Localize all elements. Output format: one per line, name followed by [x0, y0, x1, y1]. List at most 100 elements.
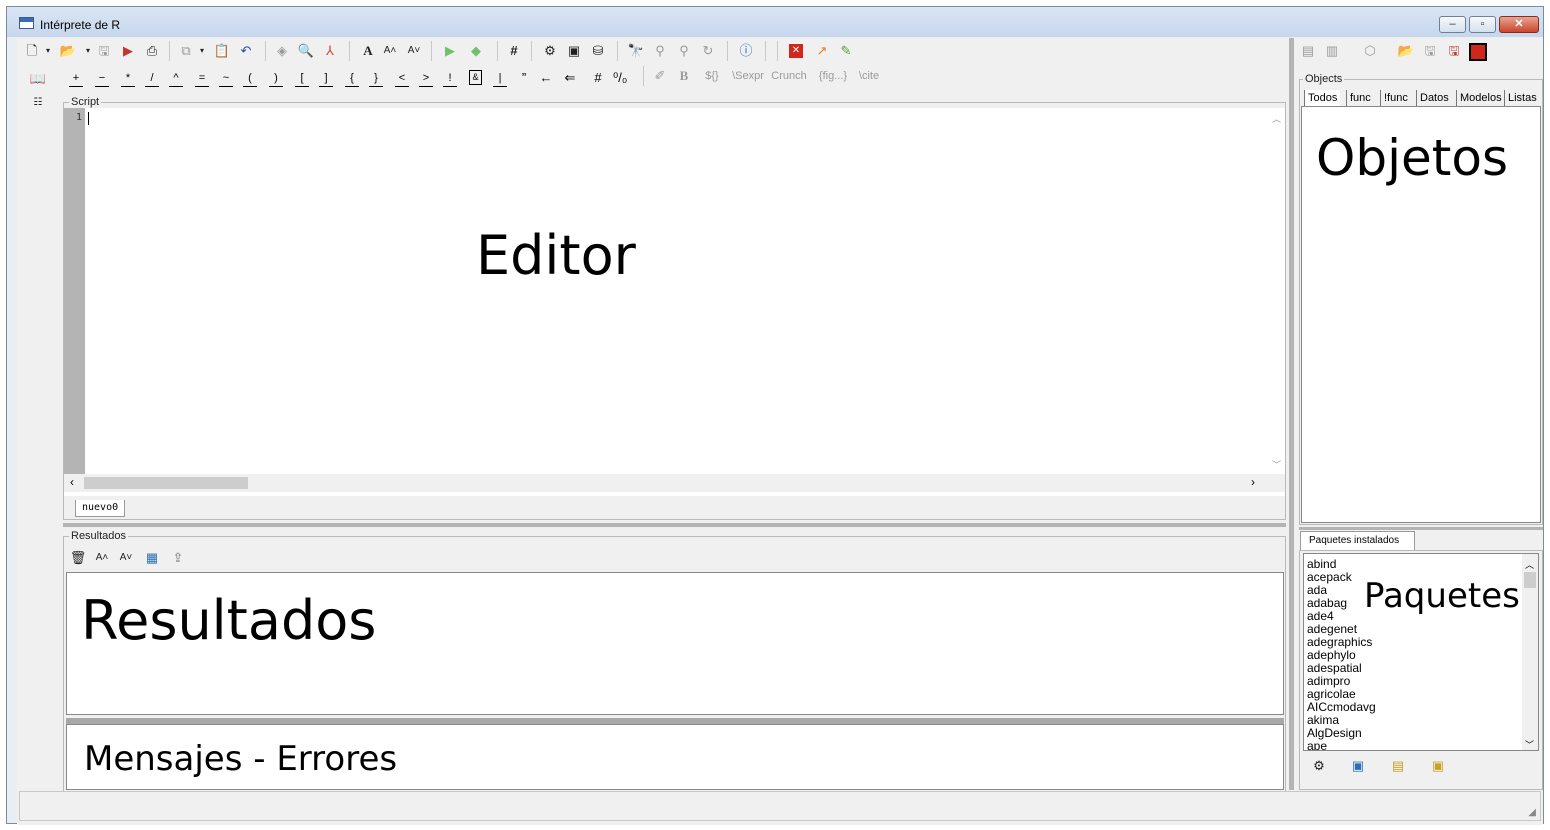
- find-next-icon[interactable]: ⚲: [651, 42, 669, 60]
- info-icon[interactable]: ⓘ: [737, 42, 755, 60]
- scroll-down-icon[interactable]: ﹀: [1272, 458, 1281, 471]
- replace-icon[interactable]: ⚲: [675, 42, 693, 60]
- load-workspace-icon[interactable]: 📂: [1397, 42, 1415, 60]
- package-help-icon[interactable]: ▣: [1429, 757, 1447, 775]
- symbol-button[interactable]: /: [145, 70, 159, 87]
- objects-tab[interactable]: Todos: [1304, 90, 1341, 106]
- new-dropdown-icon[interactable]: ▾: [39, 42, 57, 60]
- results-font-increase-icon[interactable]: A˄: [93, 549, 111, 567]
- symbol-button[interactable]: >: [419, 70, 433, 87]
- resize-grip-icon[interactable]: ◢: [1528, 807, 1536, 818]
- packages-scroll-down-icon[interactable]: ﹀: [1525, 738, 1534, 750]
- font-icon[interactable]: A: [359, 42, 377, 60]
- symbol-button[interactable]: <: [395, 70, 409, 87]
- scroll-up-icon[interactable]: ︿: [1272, 112, 1281, 125]
- symbol-button[interactable]: +: [69, 70, 83, 87]
- symbol-button[interactable]: *: [121, 70, 135, 87]
- minimize-button[interactable]: –: [1439, 16, 1466, 33]
- sexpr-braces-button[interactable]: ${}: [697, 67, 727, 85]
- find-icon[interactable]: 🔭: [627, 42, 645, 60]
- update-packages-icon[interactable]: ▣: [1349, 757, 1367, 775]
- results-output[interactable]: Resultados: [66, 572, 1284, 715]
- delete-object-icon[interactable]: ⬡: [1361, 42, 1379, 60]
- workspace-icon[interactable]: ⛁: [589, 42, 607, 60]
- symbol-button[interactable]: {: [345, 70, 359, 87]
- fig-button[interactable]: {fig...}: [813, 67, 853, 85]
- symbol-button[interactable]: &: [469, 70, 482, 85]
- symbol-button[interactable]: ←: [539, 70, 553, 86]
- objects-tab[interactable]: Modelos: [1456, 90, 1505, 106]
- objects-tab[interactable]: func: [1346, 90, 1374, 106]
- object-table-icon[interactable]: ▥: [1323, 42, 1341, 60]
- script-icon[interactable]: ▣: [565, 42, 583, 60]
- crunch-button[interactable]: Crunch: [769, 67, 809, 85]
- close-button[interactable]: ✕: [1499, 16, 1539, 33]
- tab-nuevo0[interactable]: nuevo0: [75, 500, 126, 517]
- bold-button[interactable]: B: [675, 67, 693, 85]
- stop-r-icon[interactable]: [1469, 43, 1487, 61]
- symbol-button[interactable]: !: [443, 70, 457, 87]
- preview-icon[interactable]: 🔍: [297, 42, 315, 60]
- copy-dropdown-icon[interactable]: ▾: [193, 42, 211, 60]
- pencil-icon[interactable]: ✎: [837, 42, 855, 60]
- symbol-button[interactable]: (: [243, 70, 257, 87]
- tab-installed-packages[interactable]: Paquetes instalados: [1300, 531, 1415, 550]
- eraser-icon[interactable]: ◈: [273, 42, 291, 60]
- cite-button[interactable]: \cite: [855, 67, 883, 85]
- save-workspace-icon[interactable]: 🖫: [1421, 42, 1439, 60]
- symbol-button[interactable]: −: [95, 70, 109, 87]
- packages-list[interactable]: abind acepack ada adabag ade4 adegenet adegrap…: [1303, 553, 1539, 751]
- goto-icon[interactable]: ↻: [699, 42, 717, 60]
- stop-icon[interactable]: ✕: [789, 44, 803, 58]
- results-window-icon[interactable]: ▦: [143, 549, 161, 567]
- results-export-icon[interactable]: ⇪: [169, 549, 187, 567]
- packages-scrollbar[interactable]: ︿ ﹀: [1522, 554, 1538, 750]
- arrow-icon[interactable]: ↗: [813, 42, 831, 60]
- undo-icon[interactable]: ↶: [237, 42, 255, 60]
- object-list-icon[interactable]: ▤: [1299, 42, 1317, 60]
- scrollbar-thumb[interactable]: [84, 477, 248, 489]
- save-as-icon[interactable]: ▶: [119, 42, 137, 60]
- symbol-button[interactable]: ~: [219, 70, 233, 87]
- sexpr-button[interactable]: \Sexpr: [729, 67, 767, 85]
- clear-results-icon[interactable]: 🗑: [69, 549, 87, 567]
- symbol-button[interactable]: }: [369, 70, 383, 87]
- objects-tab[interactable]: Listas: [1504, 90, 1540, 106]
- horizontal-splitter[interactable]: [63, 523, 1286, 527]
- book-icon[interactable]: 📖: [29, 70, 47, 88]
- title-bar[interactable]: Intérprete de R – ▫ ✕: [7, 7, 1543, 37]
- save-icon[interactable]: 🖫: [95, 42, 113, 60]
- install-package-icon[interactable]: ⚙: [1310, 757, 1328, 775]
- objects-list[interactable]: Objetos: [1301, 106, 1541, 523]
- vertical-splitter[interactable]: [1289, 38, 1294, 790]
- font-decrease-icon[interactable]: A˅: [405, 42, 423, 60]
- latex-pencil-icon[interactable]: ✐: [651, 67, 669, 85]
- package-item[interactable]: ape: [1307, 740, 1376, 751]
- run-line-icon[interactable]: ▶: [441, 42, 459, 60]
- pdf-icon[interactable]: ⅄: [321, 42, 339, 60]
- run-all-icon[interactable]: ◆: [467, 42, 485, 60]
- scroll-right-icon[interactable]: ›: [1251, 475, 1255, 489]
- right-splitter[interactable]: [1299, 527, 1543, 530]
- symbol-button[interactable]: =: [195, 70, 209, 87]
- horizontal-scrollbar[interactable]: ‹ ›: [64, 474, 1285, 492]
- symbol-button[interactable]: [: [295, 70, 309, 87]
- save-workspace-as-icon[interactable]: 🖫: [1445, 42, 1463, 60]
- results-font-decrease-icon[interactable]: A˅: [117, 549, 135, 567]
- symbol-button[interactable]: ⇐: [563, 70, 577, 86]
- packages-scroll-thumb[interactable]: [1524, 572, 1536, 588]
- package-folder-icon[interactable]: ▤: [1389, 757, 1407, 775]
- editor-area[interactable]: 1 Editor ︿ ﹀ ‹ ›: [64, 108, 1285, 496]
- symbol-button[interactable]: |: [493, 70, 507, 87]
- symbol-button[interactable]: ⁰/₀: [613, 70, 627, 86]
- symbol-button[interactable]: ): [269, 70, 283, 87]
- comment-icon[interactable]: #: [505, 42, 523, 60]
- symbol-button[interactable]: #: [591, 70, 605, 86]
- messages-output[interactable]: Mensajes - Errores: [66, 724, 1284, 790]
- open-folder-icon[interactable]: 📂: [59, 42, 77, 60]
- objects-tab[interactable]: !func: [1380, 90, 1411, 106]
- maximize-button[interactable]: ▫: [1469, 16, 1496, 33]
- scroll-left-icon[interactable]: ‹: [70, 475, 74, 489]
- symbol-button[interactable]: ”: [517, 70, 531, 86]
- font-increase-icon[interactable]: A˄: [381, 42, 399, 60]
